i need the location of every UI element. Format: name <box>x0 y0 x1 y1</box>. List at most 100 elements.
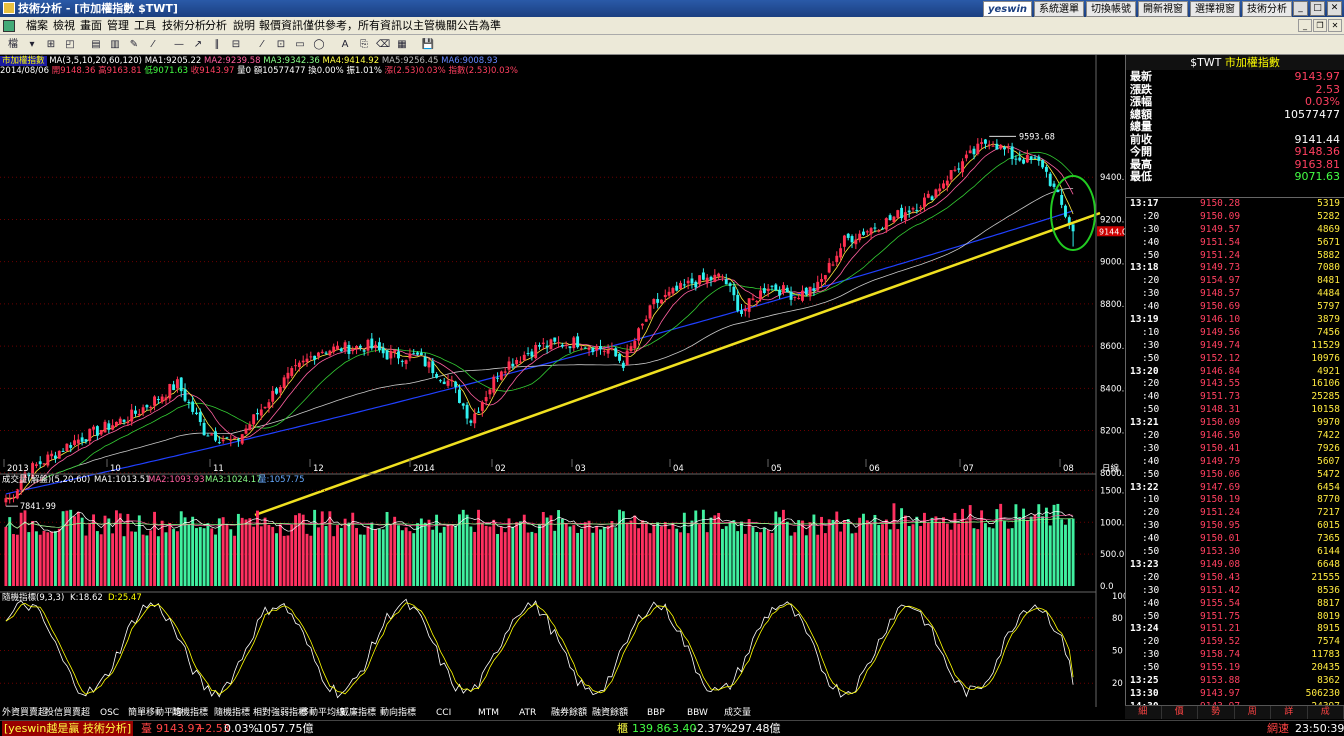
indicator-tab-2[interactable]: OSC <box>100 707 119 720</box>
minimize-icon[interactable]: _ <box>1293 1 1308 16</box>
tick-row[interactable]: :409150.695797 <box>1126 301 1344 314</box>
chart-area[interactable]: 9593.687841.99 9400.09200.09000.08800.08… <box>0 55 1125 707</box>
toolbar-icon-19[interactable]: ▦ <box>395 38 409 51</box>
tick-row[interactable]: 13:259153.888362 <box>1126 675 1344 688</box>
toolbar-icon-1[interactable]: ▾ <box>25 38 39 51</box>
quote-tab-2[interactable]: 勢 <box>1198 706 1235 719</box>
select-window-button[interactable]: 選擇視窗 <box>1190 1 1240 17</box>
toolbar-icon-16[interactable]: A <box>338 38 352 51</box>
tick-row[interactable]: 13:199146.103879 <box>1126 314 1344 327</box>
tick-row[interactable]: :409151.545671 <box>1126 237 1344 250</box>
mdi-minimize-icon[interactable]: _ <box>1298 19 1312 32</box>
indicator-tab-10[interactable]: CCI <box>436 707 451 720</box>
toolbar-icon-2[interactable]: ⊞ <box>44 38 58 51</box>
quote-tab-4[interactable]: 詳 <box>1271 706 1308 719</box>
technical-analysis-button[interactable]: 技術分析 <box>1242 1 1292 17</box>
quote-tab-3[interactable]: 周 <box>1235 706 1272 719</box>
toolbar-icon-14[interactable]: ▭ <box>293 38 307 51</box>
indicator-tab-6[interactable]: 相對強弱指標 <box>253 707 307 720</box>
mdi-close-icon[interactable]: ✕ <box>1328 19 1342 32</box>
switch-account-button[interactable]: 切換帳號 <box>1086 1 1136 17</box>
tick-row[interactable]: :509152.1210976 <box>1126 353 1344 366</box>
indicator-tab-5[interactable]: 隨機指標 <box>214 707 250 720</box>
tick-row[interactable]: :209150.4321555 <box>1126 572 1344 585</box>
tick-row[interactable]: 13:309143.97506230 <box>1126 688 1344 701</box>
system-menu-button[interactable]: 系統選單 <box>1034 1 1084 17</box>
tick-row[interactable]: :209151.247217 <box>1126 507 1344 520</box>
maximize-icon[interactable]: □ <box>1310 1 1325 16</box>
tick-row[interactable]: :309150.956015 <box>1126 520 1344 533</box>
toolbar-icon-13[interactable]: ⊡ <box>274 38 288 51</box>
tick-row[interactable]: :309149.574869 <box>1126 224 1344 237</box>
mdi-restore-icon[interactable]: ❐ <box>1313 19 1327 32</box>
tick-row[interactable]: :309149.7411529 <box>1126 340 1344 353</box>
tick-row[interactable]: :409150.017365 <box>1126 533 1344 546</box>
tick-row[interactable]: :209143.5516106 <box>1126 378 1344 391</box>
menu-help[interactable]: 說明 <box>233 17 255 35</box>
close-icon[interactable]: ✕ <box>1327 1 1342 16</box>
tick-row[interactable]: :109149.567456 <box>1126 327 1344 340</box>
toolbar-icon-17[interactable]: ⎘ <box>357 38 371 51</box>
indicator-tab-7[interactable]: 移動平均線 <box>300 707 345 720</box>
toolbar-icon-12[interactable]: ⁄ <box>255 38 269 51</box>
tick-row[interactable]: 13:209146.844921 <box>1126 366 1344 379</box>
tick-row[interactable]: :309151.428536 <box>1126 585 1344 598</box>
quote-tab-1[interactable]: 價 <box>1162 706 1199 719</box>
menu-analysis[interactable]: 分析 <box>205 17 227 35</box>
tick-row[interactable]: :509151.758019 <box>1126 611 1344 624</box>
toolbar-icon-4[interactable]: ▤ <box>89 38 103 51</box>
toolbar-icon-10[interactable]: ∥ <box>210 38 224 51</box>
tick-row[interactable]: :309158.7411783 <box>1126 649 1344 662</box>
toolbar-icon-9[interactable]: ↗ <box>191 38 205 51</box>
tick-row[interactable]: :509148.3110158 <box>1126 404 1344 417</box>
tick-row[interactable]: :409149.795607 <box>1126 456 1344 469</box>
tick-row[interactable]: :509153.306144 <box>1126 546 1344 559</box>
toolbar-icon-5[interactable]: ▥ <box>108 38 122 51</box>
toolbar-icon-18[interactable]: ⌫ <box>376 38 390 51</box>
indicator-tab-14[interactable]: 融資餘額 <box>592 707 628 720</box>
menu-file[interactable]: 檔案 <box>26 17 48 35</box>
toolbar-icon-7[interactable]: ⁄ <box>146 38 160 51</box>
menu-screen[interactable]: 畫面 <box>80 17 102 35</box>
indicator-tab-8[interactable]: 威廉指標 <box>340 707 376 720</box>
indicator-tab-9[interactable]: 動向指標 <box>380 707 416 720</box>
indicator-tab-13[interactable]: 融券餘額 <box>551 707 587 720</box>
new-window-button[interactable]: 開新視窗 <box>1138 1 1188 17</box>
indicator-tab-1[interactable]: 投信買賣超 <box>45 707 90 720</box>
toolbar-icon-3[interactable]: ◰ <box>63 38 77 51</box>
indicator-tab-11[interactable]: MTM <box>478 707 499 720</box>
tick-row[interactable]: 13:219150.099970 <box>1126 417 1344 430</box>
menu-manage[interactable]: 管理 <box>107 17 129 35</box>
tick-row[interactable]: 13:229147.696454 <box>1126 482 1344 495</box>
tick-row[interactable]: :509150.065472 <box>1126 469 1344 482</box>
toolbar-icon-0[interactable]: 檔 <box>6 38 20 51</box>
tick-row[interactable]: :409151.7325285 <box>1126 391 1344 404</box>
toolbar-icon-11[interactable]: ⊟ <box>229 38 243 51</box>
quote-tab-0[interactable]: 細 <box>1125 706 1162 719</box>
tick-row[interactable]: :209159.527574 <box>1126 636 1344 649</box>
toolbar-icon-8[interactable]: — <box>172 38 186 51</box>
tick-row[interactable]: :209150.095282 <box>1126 211 1344 224</box>
tick-row[interactable]: :509151.245882 <box>1126 250 1344 263</box>
toolbar-icon-6[interactable]: ✎ <box>127 38 141 51</box>
tick-row[interactable]: :109150.198770 <box>1126 494 1344 507</box>
tick-list[interactable]: 13:179150.285319:209150.095282:309149.57… <box>1126 198 1344 714</box>
tick-row[interactable]: :509155.1920435 <box>1126 662 1344 675</box>
indicator-tab-0[interactable]: 外資買賣超 <box>2 707 47 720</box>
menu-technical[interactable]: 技術分析 <box>162 17 206 35</box>
tick-row[interactable]: :409155.548817 <box>1126 598 1344 611</box>
indicator-tab-15[interactable]: BBP <box>647 707 665 720</box>
menu-view[interactable]: 檢視 <box>53 17 75 35</box>
indicator-tab-12[interactable]: ATR <box>519 707 536 720</box>
tick-row[interactable]: 13:239149.086648 <box>1126 559 1344 572</box>
tick-row[interactable]: :309148.574484 <box>1126 288 1344 301</box>
indicator-tab-16[interactable]: BBW <box>687 707 708 720</box>
quote-tab-5[interactable]: 成 <box>1308 706 1344 719</box>
tick-row[interactable]: :209154.978481 <box>1126 275 1344 288</box>
toolbar-icon-20[interactable]: 💾 <box>421 38 435 51</box>
tick-row[interactable]: 13:249151.218915 <box>1126 623 1344 636</box>
tick-row[interactable]: :209146.507422 <box>1126 430 1344 443</box>
menu-tools[interactable]: 工具 <box>134 17 156 35</box>
toolbar-icon-15[interactable]: ◯ <box>312 38 326 51</box>
indicator-tab-4[interactable]: 隨機指標 <box>172 707 208 720</box>
